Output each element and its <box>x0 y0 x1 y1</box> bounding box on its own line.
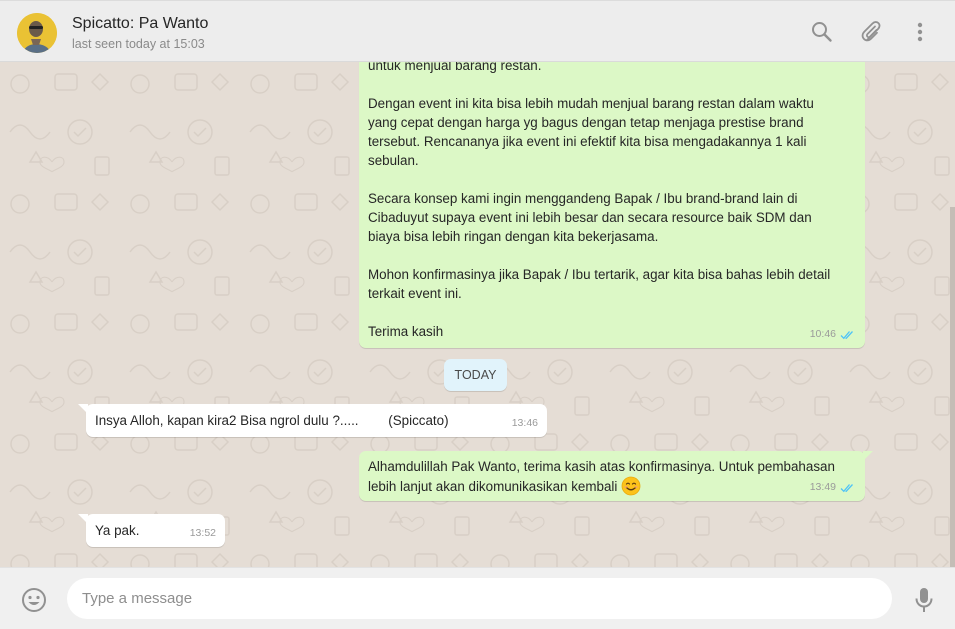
double-check-icon <box>840 483 853 492</box>
contact-info[interactable]: Spicatto: Pa Wanto last seen today at 15… <box>72 14 208 53</box>
menu-icon[interactable] <box>897 12 943 52</box>
message-line: Mohon konfirmasinya jika Bapak / Ibu ter… <box>368 267 831 282</box>
message-line: terkait event ini. <box>368 286 462 301</box>
attach-icon[interactable] <box>847 12 897 52</box>
message-time: 13:46 <box>511 417 538 429</box>
message-line <box>368 246 856 265</box>
message-line: Secara konsep kami ingin menggandeng Bap… <box>368 191 798 206</box>
message-line: yang cepat dengan harga yg bagus dengan … <box>368 115 804 130</box>
message-text: Insya Alloh, kapan kira2 Bisa ngrol dulu… <box>95 413 449 428</box>
message-line: Alhamdulillah Pak Wanto, terima kasih at… <box>368 459 835 474</box>
message-line <box>368 170 856 189</box>
message-outgoing[interactable]: Alhamdulillah Pak Wanto, terima kasih at… <box>359 451 873 501</box>
smiling-face-emoji <box>621 476 641 496</box>
message-line: Dengan event ini kita bisa lebih mudah m… <box>368 96 814 111</box>
message-meta: 13:49 <box>810 478 856 497</box>
header-actions <box>797 1 955 63</box>
last-seen-status: last seen today at 15:03 <box>72 37 205 51</box>
message-meta: 13:46 <box>512 414 538 433</box>
message-line: biaya bisa lebih ringan dengan kita beke… <box>368 229 659 244</box>
chat-header: Spicatto: Pa Wanto last seen today at 15… <box>0 0 955 62</box>
emoji-icon[interactable] <box>20 586 48 614</box>
date-divider: TODAY <box>444 359 507 391</box>
message-time: 13:52 <box>189 527 216 539</box>
message-incoming[interactable]: Ya pak. 13:52 <box>78 514 225 547</box>
message-line: tersebut. Rencananya jika event ini efek… <box>368 134 807 149</box>
message-line <box>368 303 856 322</box>
search-icon[interactable] <box>797 12 847 52</box>
message-outgoing[interactable]: untuk menjual barang restan. Dengan even… <box>359 62 865 348</box>
message-meta: 13:52 <box>190 524 216 543</box>
message-input[interactable] <box>67 578 892 619</box>
message-line <box>368 75 856 94</box>
message-line: Terima kasih <box>368 324 444 339</box>
bubble-tail <box>863 451 873 461</box>
message-line-with-emoji: lebih lanjut akan dikomunikasikan kembal… <box>368 476 856 496</box>
message-list[interactable]: untuk menjual barang restan. Dengan even… <box>0 62 955 567</box>
message-time: 13:49 <box>809 481 836 493</box>
double-check-icon <box>840 330 853 339</box>
contact-name: Spicatto: Pa Wanto <box>72 15 209 32</box>
message-time: 10:46 <box>809 328 836 340</box>
message-line: sebulan. <box>368 153 419 168</box>
contact-avatar[interactable] <box>17 13 57 53</box>
message-incoming[interactable]: Insya Alloh, kapan kira2 Bisa ngrol dulu… <box>78 404 547 437</box>
message-line: lebih lanjut akan dikomunikasikan kembal… <box>368 478 618 494</box>
message-line: untuk menjual barang restan. <box>368 62 542 73</box>
bubble-tail <box>78 404 88 414</box>
mic-icon[interactable] <box>912 586 936 614</box>
message-composer <box>0 567 955 629</box>
message-meta: 10:46 <box>810 325 856 344</box>
bubble-tail <box>78 514 88 524</box>
chat-scrollbar[interactable] <box>950 207 955 567</box>
message-line: Cibaduyut supaya event ini lebih besar d… <box>368 210 812 225</box>
